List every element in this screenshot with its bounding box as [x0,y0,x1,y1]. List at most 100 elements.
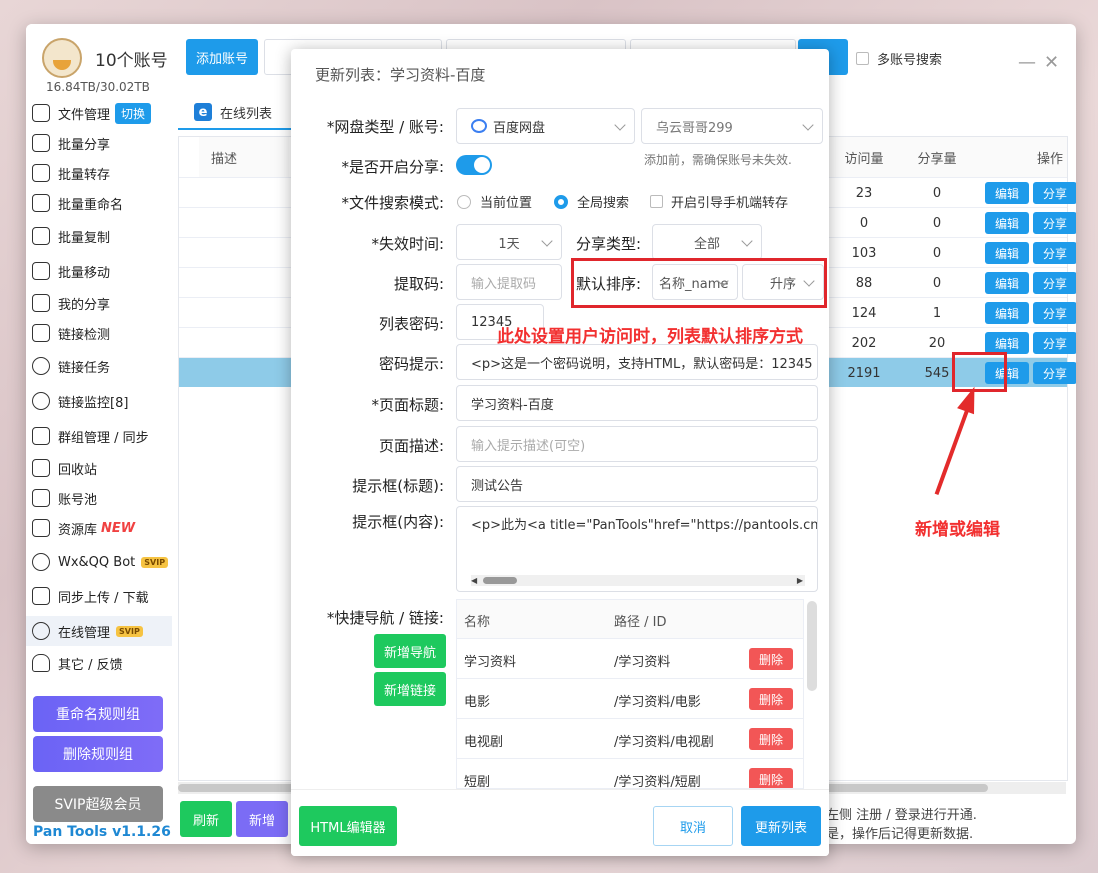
switch-badge[interactable]: 切换 [115,102,152,124]
nav-path: /学习资料/短剧 [614,775,701,789]
nav-col-name: 名称 [464,615,491,630]
edit-button[interactable]: 编辑 [985,302,1029,324]
checklist-icon [32,324,50,342]
sidebar-item-recycle-bin[interactable]: 回收站 [26,453,172,483]
expire-label: *失效时间: [371,235,444,253]
mobile-transfer-checkbox[interactable] [650,195,663,208]
tip-content-textarea[interactable]: <p>此为<a title="PanTools"href="https://pa… [456,506,818,592]
rename-rules-button[interactable]: 重命名规则组 [33,696,163,732]
page-desc-placeholder: 输入提示描述(可空) [471,438,586,454]
add-nav-button[interactable]: 新增导航 [374,634,446,668]
share-toggle[interactable] [456,155,492,175]
sidebar-item-link-tasks[interactable]: 链接任务 [26,351,172,381]
code-label: 提取码: [393,275,444,293]
nav-table-scrollbar[interactable] [807,601,817,691]
sidebar-item-batch-transfer[interactable]: 批量转存 [26,158,172,188]
scroll-left-icon[interactable]: ◀ [471,576,477,585]
delete-nav-button[interactable]: 删除 [749,728,793,750]
svip-button[interactable]: SVIP超级会员 [33,786,163,822]
disk-type-select[interactable]: 百度网盘 [456,108,635,144]
mobile-transfer-option[interactable]: 开启引导手机端转存 [650,192,788,211]
sidebar-item-group-manage[interactable]: 群组管理 / 同步 [26,421,172,451]
visits-cell: 23 [855,185,873,201]
expire-select[interactable]: 1天 [456,224,562,260]
tab-label: 在线列表 [220,106,273,122]
sidebar-item-link-monitor[interactable]: 链接监控[8] [26,386,172,416]
radio-icon[interactable] [457,194,471,209]
share-button[interactable]: 分享 [1033,362,1076,384]
multi-search-option[interactable]: 多账号搜索 [856,49,942,68]
minimize-icon[interactable]: — [1018,52,1036,73]
nav-name: 短剧 [464,775,491,789]
visits-cell: 2191 [847,365,881,381]
svip-badge: SVIP [116,625,143,637]
scroll-right-icon[interactable]: ▶ [797,576,803,585]
refresh-button[interactable]: 刷新 [180,801,232,837]
add-button[interactable]: 新增 [236,801,288,837]
edit-button[interactable]: 编辑 [985,332,1029,354]
scrollbar-thumb[interactable] [483,577,517,584]
radio-label: 当前位置 [480,196,533,211]
sidebar-item-batch-rename[interactable]: 批量重命名 [26,188,172,218]
edit-button[interactable]: 编辑 [985,182,1029,204]
search-mode-current-radio[interactable]: 当前位置 [457,192,532,211]
account-count[interactable]: 10个账号 [95,46,168,71]
delete-nav-button[interactable]: 删除 [749,648,793,670]
share-button[interactable]: 分享 [1033,212,1076,234]
radio-icon[interactable] [554,194,568,209]
share-button[interactable]: 分享 [1033,302,1076,324]
sidebar-item-file-manage[interactable]: 文件管理 切换 [26,98,172,128]
edit-button[interactable]: 编辑 [985,242,1029,264]
visits-cell: 103 [851,245,877,261]
close-icon[interactable]: ✕ [1044,52,1059,73]
sidebar-item-label: 链接检测 [58,327,111,343]
page-desc-input[interactable]: 输入提示描述(可空) [456,426,818,462]
page-title-input[interactable]: 学习资料-百度 [456,385,818,421]
share-button[interactable]: 分享 [1033,182,1076,204]
add-link-button[interactable]: 新增链接 [374,672,446,706]
edit-button[interactable]: 编辑 [985,212,1029,234]
sidebar-item-label: 其它 / 反馈 [58,657,123,673]
search-mode-global-radio[interactable]: 全局搜索 [554,192,629,211]
sidebar-item-batch-share[interactable]: 批量分享 [26,128,172,158]
box-icon [32,519,50,537]
sidebar-item-batch-copy[interactable]: 批量复制 [26,221,172,251]
sidebar-item-online-manage[interactable]: 在线管理 SVIP [26,616,172,646]
update-list-button[interactable]: 更新列表 [741,806,821,846]
sidebar-item-feedback[interactable]: 其它 / 反馈 [26,648,172,678]
share-type-select[interactable]: 全部 [652,224,762,260]
delete-nav-button[interactable]: 删除 [749,768,793,788]
shares-cell: 0 [932,215,942,231]
expire-value: 1天 [498,236,520,252]
code-input[interactable]: 输入提取码 [456,264,562,300]
add-account-button[interactable]: 添加账号 [186,39,258,75]
nav-label: *快捷导航 / 链接: [326,609,444,627]
copy-icon [32,227,50,245]
delete-rules-button[interactable]: 删除规则组 [33,736,163,772]
html-editor-button[interactable]: HTML编辑器 [299,806,397,846]
cancel-button[interactable]: 取消 [653,806,733,846]
tip-content-value: <p>此为<a title="PanTools"href="https://pa… [471,518,818,533]
textarea-scrollbar[interactable]: ◀ ▶ [471,575,805,586]
password-hint-input[interactable]: <p>这是一个密码说明，支持HTML，默认密码是：12345 [456,344,818,380]
document-icon [32,294,50,312]
sidebar-item-batch-move[interactable]: 批量移动 [26,256,172,286]
account-select[interactable]: 乌云哥哥299 [641,108,823,144]
edit-button[interactable]: 编辑 [985,272,1029,294]
multi-search-checkbox[interactable] [856,52,869,65]
delete-nav-button[interactable]: 删除 [749,688,793,710]
sidebar: 10个账号 16.84TB/30.02TB 文件管理 切换 批量分享 批量转存 批… [26,24,176,844]
shares-cell: 0 [932,185,942,201]
new-badge: NEW [101,520,136,536]
tip-title-input[interactable]: 测试公告 [456,466,818,502]
sidebar-item-resource-library[interactable]: 资源库 NEW [26,513,172,543]
sidebar-item-bot[interactable]: Wx&QQ Bot SVIP [26,547,172,577]
sidebar-item-sync-transfer[interactable]: 同步上传 / 下载 [26,581,172,611]
share-button[interactable]: 分享 [1033,272,1076,294]
sidebar-item-my-shares[interactable]: 我的分享 [26,288,172,318]
share-button[interactable]: 分享 [1033,332,1076,354]
share-button[interactable]: 分享 [1033,242,1076,264]
tab-online-list[interactable]: e 在线列表 [178,96,296,130]
sidebar-item-link-check[interactable]: 链接检测 [26,318,172,348]
sidebar-item-account-pool[interactable]: 账号池 [26,483,172,513]
